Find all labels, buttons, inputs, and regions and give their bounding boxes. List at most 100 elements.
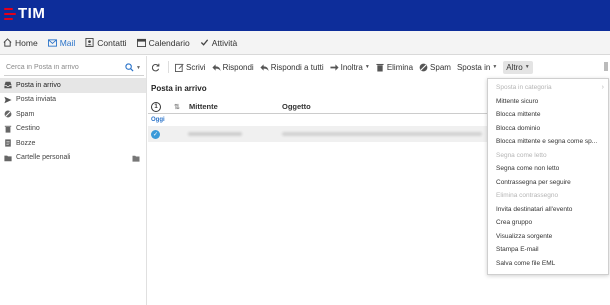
- forward-arrow-icon: [330, 63, 339, 72]
- compose-button[interactable]: Scrivi: [175, 63, 206, 72]
- reply-label: Rispondi: [222, 62, 254, 72]
- delete-label: Elimina: [386, 62, 414, 72]
- folder-inbox-label: Posta in arrivo: [16, 81, 61, 89]
- reply-button[interactable]: Rispondi: [212, 63, 254, 72]
- column-sender[interactable]: Mittente: [189, 102, 218, 111]
- list-header: 1 ⇅ Mittente Oggetto: [148, 100, 488, 114]
- move-to-button[interactable]: Sposta in ▼: [457, 63, 497, 72]
- more-label: Altro: [506, 62, 523, 72]
- more-chevron-down-icon: ▼: [524, 64, 530, 70]
- folder-icon: [4, 154, 12, 162]
- menu-print-email-label: Stampa E-mail: [496, 246, 539, 254]
- folder-sidebar: ▼ Posta in arrivo Posta inviata Spam Ces…: [0, 56, 147, 305]
- tim-logo-mark: [4, 7, 16, 20]
- search-box: ▼: [4, 60, 144, 76]
- mail-toolbar: Scrivi Rispondi Rispondi a tutti Inoltra…: [148, 56, 610, 78]
- refresh-icon: [151, 63, 160, 72]
- search-input[interactable]: [4, 64, 122, 71]
- module-nav: Home Mail Contatti Calendario Attività: [0, 31, 610, 55]
- reply-all-icon: [260, 63, 269, 72]
- nav-contacts[interactable]: Contatti: [85, 37, 127, 48]
- brand-bar: TIM: [0, 0, 610, 31]
- inbox-icon: [4, 81, 12, 89]
- move-chevron-down-icon: ▼: [492, 64, 498, 70]
- menu-safe-sender[interactable]: Mittente sicuro: [488, 95, 608, 109]
- menu-invite-to-event-label: Invita destinatari all'evento: [496, 205, 573, 213]
- menu-clear-flag-label: Elimina contrassegno: [496, 192, 559, 200]
- forward-label: Inoltra: [340, 62, 363, 72]
- tasks-icon: [200, 38, 209, 47]
- spam-button[interactable]: Spam: [419, 63, 451, 72]
- forward-button[interactable]: Inoltra ▼: [330, 63, 370, 72]
- nav-tasks-label: Attività: [211, 37, 238, 48]
- menu-view-source[interactable]: Visualizza sorgente: [488, 230, 608, 244]
- menu-create-group-label: Crea gruppo: [496, 219, 533, 227]
- new-folder-icon[interactable]: [132, 155, 140, 162]
- folder-spam[interactable]: Spam: [0, 107, 146, 122]
- nav-contacts-label: Contatti: [97, 37, 127, 48]
- refresh-button[interactable]: [151, 63, 162, 72]
- column-subject[interactable]: Oggetto: [282, 102, 311, 111]
- search-icon[interactable]: [122, 62, 136, 74]
- move-to-label: Sposta in: [456, 62, 491, 72]
- menu-save-eml[interactable]: Salva come file EML: [488, 257, 608, 271]
- menu-block-domain-label: Blocca dominio: [496, 124, 541, 132]
- submenu-chevron-right-icon: ›: [601, 84, 604, 91]
- spam-label: Spam: [430, 62, 451, 72]
- folder-personal-label: Cartelle personali: [16, 154, 71, 162]
- nav-mail[interactable]: Mail: [47, 37, 76, 48]
- calendar-icon: [136, 38, 146, 47]
- trash-icon: [4, 125, 12, 133]
- menu-invite-to-event[interactable]: Invita destinatari all'evento: [488, 203, 608, 217]
- folder-drafts[interactable]: Bozze: [0, 136, 146, 151]
- nav-home[interactable]: Home: [3, 38, 38, 48]
- menu-block-sender[interactable]: Blocca mittente: [488, 108, 608, 122]
- more-button[interactable]: Altro ▼: [503, 60, 533, 74]
- menu-block-sender-label: Blocca mittente: [496, 111, 541, 119]
- search-options-chevron-icon[interactable]: ▼: [136, 65, 142, 71]
- subject-redacted: [282, 132, 482, 136]
- menu-block-and-mark-spam-label: Blocca mittente e segna come sp...: [496, 138, 598, 146]
- folder-trash[interactable]: Cestino: [0, 122, 146, 137]
- delete-button[interactable]: Elimina: [376, 63, 413, 72]
- menu-move-to-category-label: Sposta in categoria: [496, 84, 552, 92]
- trash-icon: [376, 63, 385, 72]
- folder-sent[interactable]: Posta inviata: [0, 93, 146, 108]
- folder-title: Posta in arrivo: [151, 84, 207, 93]
- menu-flag-followup-label: Contrassegna per seguire: [496, 178, 571, 186]
- reading-pane-toggle-icon[interactable]: [604, 62, 608, 71]
- brand-name: TIM: [18, 5, 46, 22]
- row-selected-check-icon[interactable]: ✓: [151, 129, 160, 139]
- folder-personal[interactable]: Cartelle personali: [0, 151, 146, 166]
- spam-icon: [419, 63, 428, 72]
- menu-block-and-mark-spam[interactable]: Blocca mittente e segna come sp...: [488, 135, 608, 149]
- mail-icon: [47, 38, 57, 47]
- nav-tasks[interactable]: Attività: [200, 37, 238, 48]
- forward-chevron-down-icon: ▼: [364, 64, 370, 70]
- compose-label: Scrivi: [186, 62, 206, 72]
- menu-print-email[interactable]: Stampa E-mail: [488, 243, 608, 257]
- folder-inbox[interactable]: Posta in arrivo: [0, 78, 146, 93]
- menu-mark-read: Segna come letto: [488, 149, 608, 163]
- reply-icon: [212, 63, 221, 72]
- sender-redacted: [188, 132, 242, 136]
- select-all-checkbox[interactable]: 1: [151, 101, 161, 112]
- menu-block-domain[interactable]: Blocca dominio: [488, 122, 608, 136]
- sort-icon[interactable]: ⇅: [174, 103, 182, 111]
- menu-save-eml-label: Salva come file EML: [496, 259, 556, 267]
- folder-spam-label: Spam: [16, 110, 35, 118]
- reply-all-label: Rispondi a tutti: [270, 62, 324, 72]
- menu-mark-unread[interactable]: Segna come non letto: [488, 162, 608, 176]
- folder-trash-label: Cestino: [16, 125, 40, 133]
- message-row[interactable]: ✓: [148, 126, 488, 142]
- menu-flag-followup[interactable]: Contrassegna per seguire: [488, 176, 608, 190]
- reply-all-button[interactable]: Rispondi a tutti: [260, 63, 324, 72]
- menu-create-group[interactable]: Crea gruppo: [488, 216, 608, 230]
- nav-calendar[interactable]: Calendario: [136, 38, 190, 48]
- menu-clear-flag: Elimina contrassegno: [488, 189, 608, 203]
- date-group-today: Oggi: [151, 117, 165, 123]
- toolbar-divider: [168, 61, 169, 73]
- tim-logo[interactable]: TIM: [4, 6, 45, 21]
- home-icon: [3, 38, 12, 47]
- nav-mail-label: Mail: [59, 37, 76, 48]
